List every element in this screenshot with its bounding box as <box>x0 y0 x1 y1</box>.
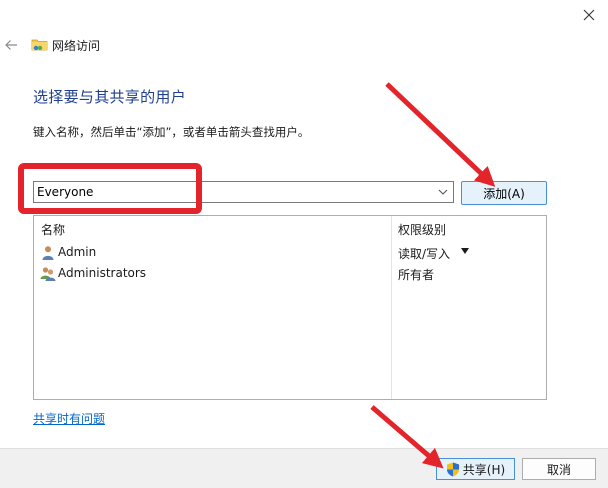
permission-dropdown-icon[interactable] <box>461 248 469 254</box>
list-item-admin[interactable]: Admin 读取/写入 <box>34 242 546 262</box>
navigation-bar: 网络访问 <box>0 30 608 60</box>
user-name: Administrators <box>58 266 147 280</box>
share-button-label: 共享(H) <box>462 462 506 477</box>
cancel-button[interactable]: 取消 <box>522 458 596 480</box>
column-header-name[interactable]: 名称 <box>41 221 65 238</box>
close-icon <box>583 9 595 21</box>
window-title: 网络访问 <box>52 39 101 53</box>
back-arrow-icon <box>5 40 17 50</box>
add-button[interactable]: 添加(A) <box>461 181 547 205</box>
footer-bar: 共享(H) 取消 <box>0 448 608 488</box>
shared-folder-icon <box>31 39 48 51</box>
annotation-highlight-box <box>18 163 202 214</box>
page-heading: 选择要与其共享的用户 <box>33 88 187 106</box>
back-button[interactable] <box>0 30 22 60</box>
annotation-arrow-add <box>385 82 496 187</box>
user-icon <box>42 246 54 260</box>
chevron-down-icon <box>438 189 448 195</box>
permission-level: 所有者 <box>398 268 435 282</box>
share-button[interactable]: 共享(H) <box>436 458 515 480</box>
user-name: Admin <box>58 245 97 259</box>
list-item-administrators[interactable]: Administrators 所有者 <box>34 263 546 283</box>
close-button[interactable] <box>570 0 608 30</box>
column-header-permission[interactable]: 权限级别 <box>398 221 446 238</box>
sharing-help-link[interactable]: 共享时有问题 <box>33 410 105 427</box>
group-icon <box>40 267 56 281</box>
instruction-text: 键入名称，然后单击“添加”，或者单击箭头查找用户。 <box>33 125 310 139</box>
dropdown-button[interactable] <box>436 185 450 199</box>
uac-shield-icon <box>446 462 459 476</box>
permission-level[interactable]: 读取/写入 <box>398 245 450 262</box>
users-list[interactable]: 名称 权限级别 Admin 读取/写入 Administrators 所有者 <box>33 215 547 400</box>
